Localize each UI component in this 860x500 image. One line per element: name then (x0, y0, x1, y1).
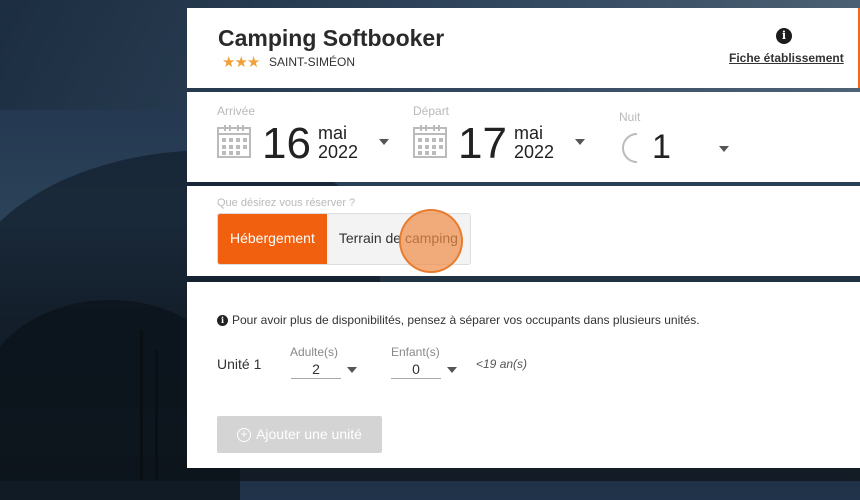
moon-icon (622, 133, 638, 163)
children-label: Enfant(s) (391, 345, 440, 359)
booking-type-question: Que désirez vous réserver ? (217, 197, 356, 209)
chevron-down-icon (575, 139, 585, 145)
calendar-icon (217, 125, 251, 158)
unit-label: Unité 1 (217, 356, 262, 372)
dates-panel: Arrivée 16 mai 2022 Départ 17 mai 2022 N… (187, 92, 860, 182)
departure-label: Départ (413, 104, 450, 118)
adults-label: Adulte(s) (290, 345, 339, 359)
info-icon[interactable]: i (776, 28, 792, 44)
chevron-down-icon (379, 139, 389, 145)
chevron-down-icon[interactable] (447, 367, 457, 373)
notice-text: Pour avoir plus de disponibilités, pense… (232, 313, 700, 327)
departure-year: 2022 (514, 142, 555, 162)
arrival-label: Arrivée (217, 104, 256, 118)
availability-notice: i Pour avoir plus de disponibilités, pens… (217, 313, 700, 327)
adults-select[interactable]: 2 (291, 360, 341, 379)
arrival-day: 16 (262, 119, 311, 168)
click-indicator (399, 209, 463, 273)
info-icon: i (217, 315, 228, 327)
children-age-note: <19 an(s) (476, 357, 528, 371)
hebergement-button[interactable]: Hébergement (218, 214, 327, 264)
fiche-etablissement-link[interactable]: Fiche établissement (729, 51, 844, 65)
children-select[interactable]: 0 (391, 360, 441, 379)
chevron-down-icon[interactable] (347, 367, 357, 373)
booking-type-panel: Que désirez vous réserver ? Hébergement … (187, 186, 860, 276)
chevron-down-icon (719, 146, 729, 152)
add-unit-button[interactable]: + Ajouter une unité (217, 416, 382, 453)
establishment-location: SAINT-SIMÉON (269, 55, 356, 69)
arrival-month: mai (318, 123, 348, 143)
background-tree (155, 350, 158, 480)
establishment-header: Camping Softbooker ★★★ SAINT-SIMÉON i Fi… (187, 8, 860, 88)
departure-day: 17 (458, 119, 507, 168)
plus-icon: + (237, 428, 252, 443)
departure-month: mai (514, 123, 544, 143)
nights-label: Nuit (619, 110, 641, 124)
units-panel: i Pour avoir plus de disponibilités, pens… (187, 282, 860, 468)
establishment-title: Camping Softbooker (218, 25, 445, 51)
arrival-year: 2022 (318, 142, 359, 162)
rating-stars-icon: ★★★ (222, 54, 260, 71)
calendar-icon (413, 125, 447, 158)
nights-value: 1 (652, 128, 671, 166)
add-unit-label: Ajouter une unité (256, 426, 362, 442)
background-tree (140, 330, 143, 480)
